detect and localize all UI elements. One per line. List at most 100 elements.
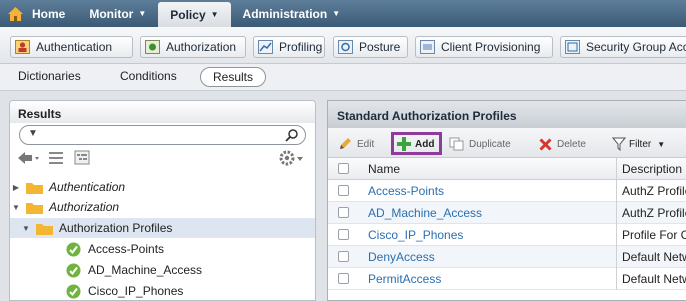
tab-security-group-access-label: Security Group Acc — [586, 40, 686, 54]
profile-name-link[interactable]: DenyAccess — [368, 250, 435, 264]
edit-button-label: Edit — [357, 138, 375, 150]
results-subnav: Dictionaries Conditions Results — [0, 64, 686, 91]
nav-monitor-label: Monitor — [89, 6, 134, 21]
tree-toolbar — [10, 147, 315, 169]
folder-open-icon — [26, 202, 43, 214]
table-row[interactable]: Cisco_IP_Phones Profile For C — [328, 224, 686, 246]
profile-name-link[interactable]: AD_Machine_Access — [368, 206, 482, 220]
delete-button[interactable]: Delete — [539, 134, 586, 154]
nav-home-label: Home — [32, 6, 66, 21]
filter-button-label: Filter — [629, 138, 652, 150]
tab-authorization[interactable]: Authorization — [140, 36, 246, 58]
profile-name-link[interactable]: Access-Points — [368, 184, 444, 198]
check-circle-icon — [66, 242, 81, 256]
row-checkbox[interactable] — [338, 251, 349, 262]
profile-name-link[interactable]: PermitAccess — [368, 272, 441, 286]
tree-item-authentication[interactable]: ▶ Authentication — [10, 177, 315, 197]
tab-posture-label: Posture — [359, 40, 401, 54]
top-navigation: Home Monitor ▼ Policy ▼ Administration ▼ — [0, 0, 686, 27]
profiling-icon — [258, 40, 273, 54]
tab-results[interactable]: Results — [200, 67, 267, 87]
column-divider — [616, 224, 617, 246]
tree-item-authorization[interactable]: ▼ Authorization — [10, 197, 315, 217]
table-row[interactable]: DenyAccess Default Netw — [328, 246, 686, 268]
column-divider — [616, 158, 617, 180]
tree-item-ad-machine-access[interactable]: AD_Machine_Access — [10, 260, 315, 280]
edit-button[interactable]: Edit — [338, 134, 374, 154]
chevron-down-icon[interactable]: ▼ — [10, 203, 22, 212]
tab-client-provisioning[interactable]: Client Provisioning — [415, 36, 553, 58]
tree-search-input[interactable]: ▼ — [19, 125, 306, 145]
chevron-down-icon[interactable]: ▼ — [28, 128, 38, 139]
home-icon — [8, 6, 23, 21]
table-row[interactable]: Access-Points AuthZ Profile — [328, 180, 686, 202]
column-divider — [616, 246, 617, 268]
folder-icon — [26, 182, 43, 194]
folder-open-icon — [36, 223, 53, 235]
tree-item-authorization-profiles[interactable]: ▼ Authorization Profiles — [10, 218, 315, 238]
profile-name-link[interactable]: Cisco_IP_Phones — [368, 228, 463, 242]
tab-security-group-access[interactable]: Security Group Acc — [560, 36, 686, 58]
client-provisioning-icon — [420, 40, 435, 54]
nav-policy[interactable]: Policy ▼ — [158, 2, 231, 27]
tab-client-provisioning-label: Client Provisioning — [441, 40, 541, 54]
tab-authentication-label: Authentication — [36, 40, 113, 54]
add-button-highlight — [391, 132, 442, 155]
profile-description: Profile For C — [622, 228, 686, 242]
authorization-profiles-panel: Standard Authorization Profiles Edit Add… — [327, 100, 686, 301]
duplicate-icon — [449, 137, 464, 151]
results-tree-panel: Results ▼ ▶ Authentication ▼ Authorizati… — [9, 100, 316, 301]
filter-icon — [612, 137, 626, 151]
row-checkbox[interactable] — [338, 185, 349, 196]
tab-authentication[interactable]: Authentication — [10, 36, 133, 58]
table-row[interactable]: PermitAccess Default Netw — [328, 268, 686, 290]
tree-item-label: Access-Points — [88, 242, 165, 256]
select-all-checkbox[interactable] — [338, 163, 349, 174]
tab-profiling[interactable]: Profiling — [253, 36, 325, 58]
nav-home[interactable]: Home — [0, 0, 77, 27]
profiles-toolbar: Edit Add Duplicate Delete Filter ▼ — [328, 128, 686, 158]
chevron-down-icon: ▼ — [138, 9, 147, 18]
table-row[interactable]: AD_Machine_Access AuthZ Profile — [328, 202, 686, 224]
tree-item-access-points[interactable]: Access-Points — [10, 239, 315, 259]
nav-policy-label: Policy — [170, 7, 206, 22]
profile-description: Default Netw — [622, 250, 686, 264]
row-checkbox[interactable] — [338, 229, 349, 240]
profile-description: AuthZ Profile — [622, 206, 686, 220]
profile-description: AuthZ Profile — [622, 184, 686, 198]
column-description-header[interactable]: Description — [622, 162, 682, 176]
row-checkbox[interactable] — [338, 273, 349, 284]
duplicate-button-label: Duplicate — [469, 138, 511, 150]
nav-administration[interactable]: Administration ▼ — [231, 0, 353, 27]
chevron-down-icon[interactable]: ▼ — [20, 224, 32, 233]
list-view-icon[interactable] — [48, 150, 64, 165]
tree-item-label: Authorization — [49, 200, 120, 214]
row-checkbox[interactable] — [338, 207, 349, 218]
link-conditions[interactable]: Conditions — [120, 69, 177, 83]
nav-monitor[interactable]: Monitor ▼ — [77, 0, 158, 27]
duplicate-button[interactable]: Duplicate — [449, 134, 511, 154]
authentication-icon — [15, 40, 30, 54]
tab-posture[interactable]: Posture — [333, 36, 408, 58]
back-arrow-icon[interactable] — [18, 151, 40, 165]
check-circle-icon — [66, 284, 81, 298]
column-divider — [616, 202, 617, 224]
tab-profiling-label: Profiling — [279, 40, 323, 54]
search-icon[interactable] — [285, 128, 299, 142]
link-dictionaries[interactable]: Dictionaries — [18, 69, 81, 83]
filter-button[interactable]: Filter ▼ — [612, 134, 665, 154]
authorization-icon — [145, 40, 160, 54]
check-circle-icon — [66, 263, 81, 277]
tree-item-cisco-ip-phones[interactable]: Cisco_IP_Phones — [10, 281, 315, 300]
results-panel-title: Results — [10, 101, 315, 123]
gear-icon[interactable] — [278, 150, 304, 166]
chevron-down-icon: ▼ — [657, 139, 666, 149]
delete-button-label: Delete — [557, 138, 586, 150]
tree-item-label: Authorization Profiles — [59, 221, 173, 235]
column-name-header[interactable]: Name — [368, 162, 400, 176]
posture-icon — [338, 40, 353, 54]
chevron-right-icon[interactable]: ▶ — [10, 183, 22, 192]
tree-view-icon[interactable] — [74, 150, 90, 165]
pencil-icon — [340, 138, 351, 149]
table-header: Name Description — [328, 158, 686, 180]
